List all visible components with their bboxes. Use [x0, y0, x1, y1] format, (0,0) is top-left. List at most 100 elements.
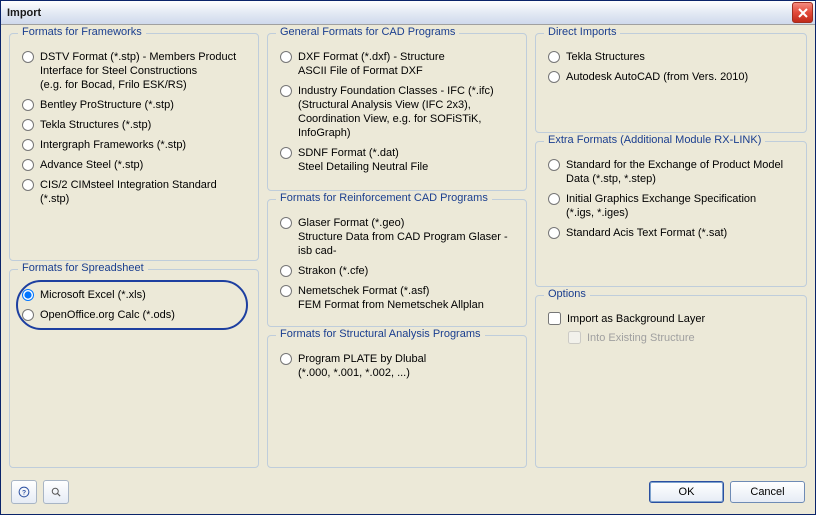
radio-input[interactable] [22, 289, 34, 301]
radio-input[interactable] [22, 139, 34, 151]
radio-input[interactable] [548, 71, 560, 83]
radio-sublabel: (Structural Analysis View (IFC 2x3), [298, 98, 516, 112]
radio-sublabel: Interface for Steel Constructions [40, 64, 248, 78]
radio-sdnf[interactable]: SDNF Format (*.dat) Steel Detailing Neut… [280, 146, 516, 174]
column-2: General Formats for CAD Programs DXF For… [267, 33, 527, 468]
radio-input[interactable] [280, 51, 292, 63]
radio-label: CIS/2 CIMsteel Integration Standard (*.s… [40, 178, 248, 206]
radio-sat[interactable]: Standard Acis Text Format (*.sat) [548, 226, 796, 240]
cancel-button[interactable]: Cancel [730, 481, 805, 503]
group-legend: Formats for Structural Analysis Programs [276, 328, 485, 340]
radio-label: Standard for the Exchange of Product Mod… [566, 159, 783, 171]
radio-input[interactable] [280, 353, 292, 365]
checkbox-label: Import as Background Layer [567, 313, 705, 325]
group-legend: General Formats for CAD Programs [276, 26, 459, 38]
radio-label: Program PLATE by Dlubal [298, 353, 426, 365]
magnifier-icon [50, 484, 62, 500]
radio-input[interactable] [22, 99, 34, 111]
radio-input[interactable] [548, 193, 560, 205]
radio-sublabel: (*.igs, *.iges) [566, 206, 796, 220]
check-background-layer[interactable]: Import as Background Layer [548, 312, 796, 325]
group-legend: Formats for Spreadsheet [18, 262, 148, 274]
radio-plate[interactable]: Program PLATE by Dlubal (*.000, *.001, *… [280, 352, 516, 380]
radio-sublabel: (e.g. for Bocad, Frilo ESK/RS) [40, 78, 248, 92]
radio-intergraph[interactable]: Intergraph Frameworks (*.stp) [22, 138, 248, 152]
radio-glaser[interactable]: Glaser Format (*.geo) Structure Data fro… [280, 216, 516, 258]
group-legend: Formats for Frameworks [18, 26, 146, 38]
radio-excel[interactable]: Microsoft Excel (*.xls) [22, 288, 240, 302]
radio-input[interactable] [280, 85, 292, 97]
radio-input[interactable] [22, 309, 34, 321]
radio-sublabel: (*.000, *.001, *.002, ...) [298, 366, 516, 380]
group-options: Options Import as Background Layer Into … [535, 295, 807, 468]
radio-label: DSTV Format (*.stp) - Members Product [40, 51, 236, 63]
radio-label: Initial Graphics Exchange Specification [566, 193, 756, 205]
radio-label: Glaser Format (*.geo) [298, 217, 404, 229]
radio-sublabel: Coordination View, e.g. for SOFiSTiK, In… [298, 112, 516, 140]
selection-highlight: Microsoft Excel (*.xls) OpenOffice.org C… [16, 280, 248, 330]
radio-label: Autodesk AutoCAD (from Vers. 2010) [566, 70, 748, 84]
radio-tekla-stp[interactable]: Tekla Structures (*.stp) [22, 118, 248, 132]
radio-openoffice[interactable]: OpenOffice.org Calc (*.ods) [22, 308, 240, 322]
checkbox-input[interactable] [548, 312, 561, 325]
radio-ifc[interactable]: Industry Foundation Classes - IFC (*.ifc… [280, 84, 516, 140]
radio-input[interactable] [22, 179, 34, 191]
radio-label: Tekla Structures [566, 50, 645, 64]
content-area: Formats for Frameworks DSTV Format (*.st… [1, 25, 815, 476]
group-spreadsheet: Formats for Spreadsheet Microsoft Excel … [9, 269, 259, 468]
radio-step[interactable]: Standard for the Exchange of Product Mod… [548, 158, 796, 186]
group-direct-imports: Direct Imports Tekla Structures Autodesk… [535, 33, 807, 133]
radio-iges[interactable]: Initial Graphics Exchange Specification … [548, 192, 796, 220]
radio-sublabel: ASCII File of Format DXF [298, 64, 516, 78]
radio-tekla-direct[interactable]: Tekla Structures [548, 50, 796, 64]
radio-input[interactable] [548, 227, 560, 239]
radio-input[interactable] [280, 147, 292, 159]
radio-label: DXF Format (*.dxf) - Structure [298, 51, 445, 63]
radio-sublabel: FEM Format from Nemetschek Allplan [298, 298, 516, 312]
radio-input[interactable] [548, 51, 560, 63]
radio-sublabel: Structure Data from CAD Program Glaser -… [298, 230, 516, 258]
radio-label: Strakon (*.cfe) [298, 264, 368, 278]
group-reinforcement-cad: Formats for Reinforcement CAD Programs G… [267, 199, 527, 327]
check-into-existing: Into Existing Structure [568, 331, 796, 344]
radio-autocad[interactable]: Autodesk AutoCAD (from Vers. 2010) [548, 70, 796, 84]
checkbox-label: Into Existing Structure [587, 332, 695, 344]
radio-label: Standard Acis Text Format (*.sat) [566, 226, 727, 240]
radio-label: Industry Foundation Classes - IFC (*.ifc… [298, 85, 494, 97]
ok-button[interactable]: OK [649, 481, 724, 503]
radio-label: Microsoft Excel (*.xls) [40, 288, 146, 302]
radio-sublabel: Data (*.stp, *.step) [566, 172, 796, 186]
help-icon: ? [18, 484, 30, 500]
close-icon [798, 8, 808, 18]
group-legend: Formats for Reinforcement CAD Programs [276, 192, 492, 204]
group-legend: Extra Formats (Additional Module RX-LINK… [544, 134, 765, 146]
radio-input[interactable] [280, 217, 292, 229]
preview-button[interactable] [43, 480, 69, 504]
radio-label: Intergraph Frameworks (*.stp) [40, 138, 186, 152]
radio-dstv[interactable]: DSTV Format (*.stp) - Members Product In… [22, 50, 248, 92]
checkbox-input [568, 331, 581, 344]
radio-label: Bentley ProStructure (*.stp) [40, 98, 174, 112]
radio-label: OpenOffice.org Calc (*.ods) [40, 308, 175, 322]
radio-label: SDNF Format (*.dat) [298, 147, 399, 159]
radio-label: Advance Steel (*.stp) [40, 158, 143, 172]
close-button[interactable] [792, 2, 813, 23]
group-frameworks: Formats for Frameworks DSTV Format (*.st… [9, 33, 259, 261]
radio-input[interactable] [22, 119, 34, 131]
radio-strakon[interactable]: Strakon (*.cfe) [280, 264, 516, 278]
radio-input[interactable] [548, 159, 560, 171]
radio-nemetschek[interactable]: Nemetschek Format (*.asf) FEM Format fro… [280, 284, 516, 312]
radio-label: Nemetschek Format (*.asf) [298, 285, 429, 297]
radio-input[interactable] [22, 51, 34, 63]
radio-input[interactable] [280, 285, 292, 297]
help-button[interactable]: ? [11, 480, 37, 504]
radio-sublabel: Steel Detailing Neutral File [298, 160, 516, 174]
radio-advance-steel[interactable]: Advance Steel (*.stp) [22, 158, 248, 172]
radio-input[interactable] [280, 265, 292, 277]
radio-bentley[interactable]: Bentley ProStructure (*.stp) [22, 98, 248, 112]
titlebar: Import [1, 1, 815, 25]
radio-dxf[interactable]: DXF Format (*.dxf) - Structure ASCII Fil… [280, 50, 516, 78]
radio-input[interactable] [22, 159, 34, 171]
column-1: Formats for Frameworks DSTV Format (*.st… [9, 33, 259, 468]
radio-cis2[interactable]: CIS/2 CIMsteel Integration Standard (*.s… [22, 178, 248, 206]
